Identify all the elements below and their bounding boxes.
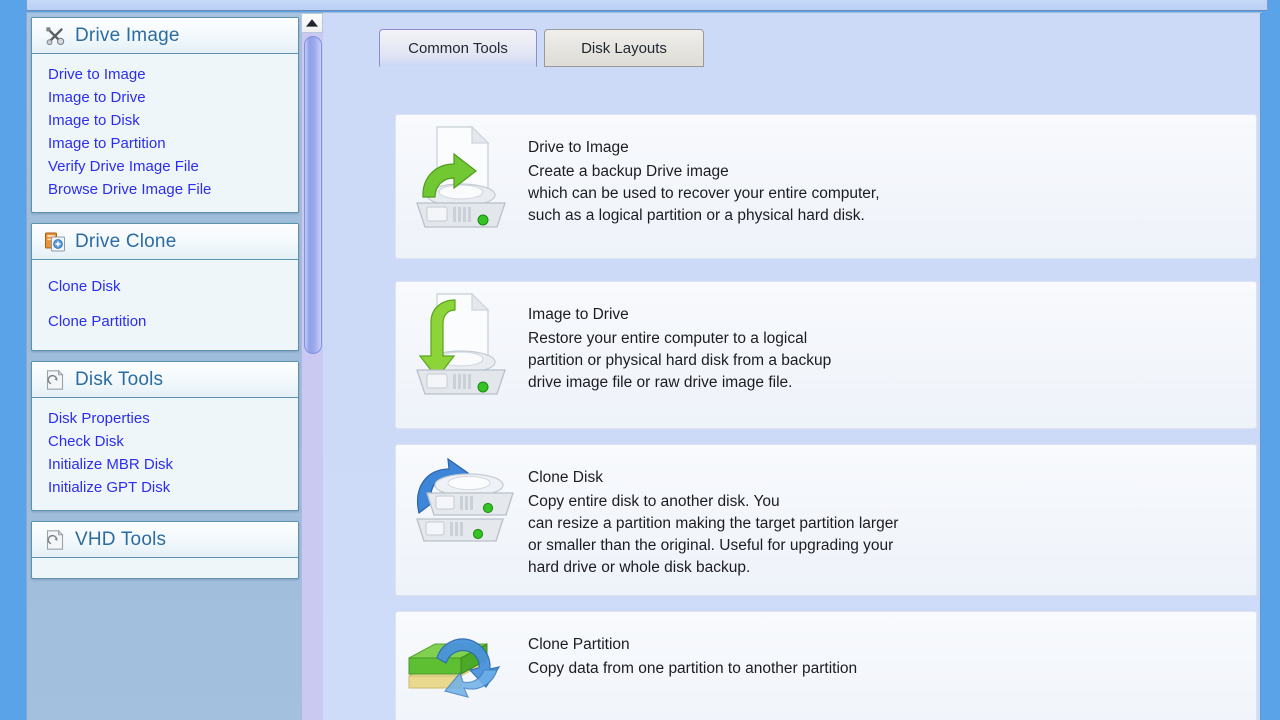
card-text-wrapper: Drive to Image Create a backup Drive ima… bbox=[528, 115, 1256, 227]
sidebar-group-header: Disk Tools bbox=[32, 362, 298, 398]
card-description-line: which can be used to recover your entire… bbox=[528, 185, 880, 202]
clone-disk-icon bbox=[416, 457, 514, 542]
sidebar-group-header: VHD Tools bbox=[32, 522, 298, 558]
tool-card-clone-partition[interactable]: Clone Partition Copy data from one parti… bbox=[395, 611, 1257, 720]
sidebar-item-clone-partition[interactable]: Clone Partition bbox=[32, 304, 298, 339]
tool-card-drive-to-image[interactable]: Drive to Image Create a backup Drive ima… bbox=[395, 114, 1257, 259]
card-description-line: or smaller than the original. Useful for… bbox=[528, 537, 894, 554]
sidebar-item-clone-disk[interactable]: Clone Disk bbox=[32, 269, 298, 304]
tab-common-tools[interactable]: Common Tools bbox=[379, 29, 537, 67]
sidebar-group-body: Clone Disk Clone Partition bbox=[32, 260, 298, 350]
card-title: Drive to Image bbox=[528, 139, 629, 156]
image-to-drive-icon bbox=[416, 292, 506, 395]
clone-partition-icon bbox=[408, 638, 501, 698]
chevron-up-icon bbox=[306, 19, 318, 27]
sidebar-group-title: Drive Clone bbox=[75, 230, 177, 252]
window-body: Drive Image Drive to Image Image to Driv… bbox=[26, 12, 1262, 720]
sidebar-item-image-to-disk[interactable]: Image to Disk bbox=[32, 109, 298, 132]
card-description-line: Copy entire disk to another disk. You bbox=[528, 493, 780, 510]
sidebar-group-body: Drive to Image Image to Drive Image to D… bbox=[32, 54, 298, 212]
sidebar-item-drive-to-image[interactable]: Drive to Image bbox=[32, 63, 298, 86]
sidebar-group-drive-clone: Drive Clone Clone Disk Clone Partition bbox=[31, 223, 299, 351]
sidebar-item-browse-drive-image-file[interactable]: Browse Drive Image File bbox=[32, 178, 298, 201]
sidebar: Drive Image Drive to Image Image to Driv… bbox=[27, 12, 323, 720]
drive-to-image-icon bbox=[416, 125, 506, 228]
card-text-wrapper: Clone Disk Copy entire disk to another d… bbox=[528, 445, 1256, 579]
card-description-line: can resize a partition making the target… bbox=[528, 515, 899, 532]
sidebar-scrollbar[interactable] bbox=[301, 13, 323, 720]
sidebar-group-disk-tools: Disk Tools Disk Properties Check Disk In… bbox=[31, 361, 299, 511]
sidebar-item-initialize-gpt-disk[interactable]: Initialize GPT Disk bbox=[32, 476, 298, 499]
card-description-line: drive image file or raw drive image file… bbox=[528, 374, 793, 391]
card-icon-wrapper bbox=[396, 612, 528, 720]
card-icon-wrapper bbox=[396, 282, 528, 400]
toolbar-strip bbox=[26, 0, 1268, 11]
disk-page-icon bbox=[46, 369, 64, 390]
card-icon-wrapper bbox=[396, 115, 528, 233]
card-title: Image to Drive bbox=[528, 306, 629, 323]
tool-card-clone-disk[interactable]: Clone Disk Copy entire disk to another d… bbox=[395, 444, 1257, 596]
sidebar-group-title: Disk Tools bbox=[75, 368, 164, 390]
tool-card-list: Drive to Image Create a backup Drive ima… bbox=[323, 66, 1262, 720]
sidebar-group-vhd-tools: VHD Tools bbox=[31, 521, 299, 579]
sidebar-item-check-disk[interactable]: Check Disk bbox=[32, 430, 298, 453]
card-description-line: hard drive or whole disk backup. bbox=[528, 559, 751, 576]
card-title: Clone Disk bbox=[528, 469, 603, 486]
scroll-up-button[interactable] bbox=[301, 13, 323, 33]
scrollbar-track[interactable] bbox=[301, 33, 323, 720]
sidebar-group-header: Drive Image bbox=[32, 18, 298, 54]
tool-card-image-to-drive[interactable]: Image to Drive Restore your entire compu… bbox=[395, 281, 1257, 429]
main-content: Common Tools Disk Layouts Drive to Image… bbox=[323, 12, 1262, 720]
scrollbar-thumb[interactable] bbox=[304, 36, 322, 354]
card-text-wrapper: Clone Partition Copy data from one parti… bbox=[528, 612, 1256, 680]
tab-disk-layouts[interactable]: Disk Layouts bbox=[544, 29, 704, 67]
sidebar-group-title: VHD Tools bbox=[75, 528, 167, 550]
sidebar-item-initialize-mbr-disk[interactable]: Initialize MBR Disk bbox=[32, 453, 298, 476]
tools-crossed-icon bbox=[46, 26, 65, 45]
sidebar-group-body bbox=[32, 558, 298, 578]
sidebar-group-header: Drive Clone bbox=[32, 224, 298, 260]
card-description-line: such as a logical partition or a physica… bbox=[528, 207, 865, 224]
sidebar-item-disk-properties[interactable]: Disk Properties bbox=[32, 407, 298, 430]
application-window: Drive Image Drive to Image Image to Driv… bbox=[0, 0, 1280, 720]
card-icon-wrapper bbox=[396, 445, 528, 563]
sidebar-item-image-to-drive[interactable]: Image to Drive bbox=[32, 86, 298, 109]
card-description-line: Restore your entire computer to a logica… bbox=[528, 330, 808, 347]
sidebar-item-image-to-partition[interactable]: Image to Partition bbox=[32, 132, 298, 155]
card-text-wrapper: Image to Drive Restore your entire compu… bbox=[528, 282, 1256, 394]
card-description-line: Create a backup Drive image bbox=[528, 163, 729, 180]
card-description-line: Copy data from one partition to another … bbox=[528, 660, 858, 677]
card-title: Clone Partition bbox=[528, 636, 630, 653]
sidebar-group-title: Drive Image bbox=[75, 24, 180, 46]
sidebar-group-body: Disk Properties Check Disk Initialize MB… bbox=[32, 398, 298, 510]
card-description-line: partition or physical hard disk from a b… bbox=[528, 352, 832, 369]
sidebar-item-verify-drive-image-file[interactable]: Verify Drive Image File bbox=[32, 155, 298, 178]
sidebar-group-drive-image: Drive Image Drive to Image Image to Driv… bbox=[31, 17, 299, 213]
sidebar-groups-container: Drive Image Drive to Image Image to Driv… bbox=[31, 17, 299, 589]
vhd-page-icon bbox=[46, 529, 64, 550]
tab-strip: Common Tools Disk Layouts bbox=[323, 13, 1262, 67]
clone-copy-icon bbox=[45, 232, 65, 251]
